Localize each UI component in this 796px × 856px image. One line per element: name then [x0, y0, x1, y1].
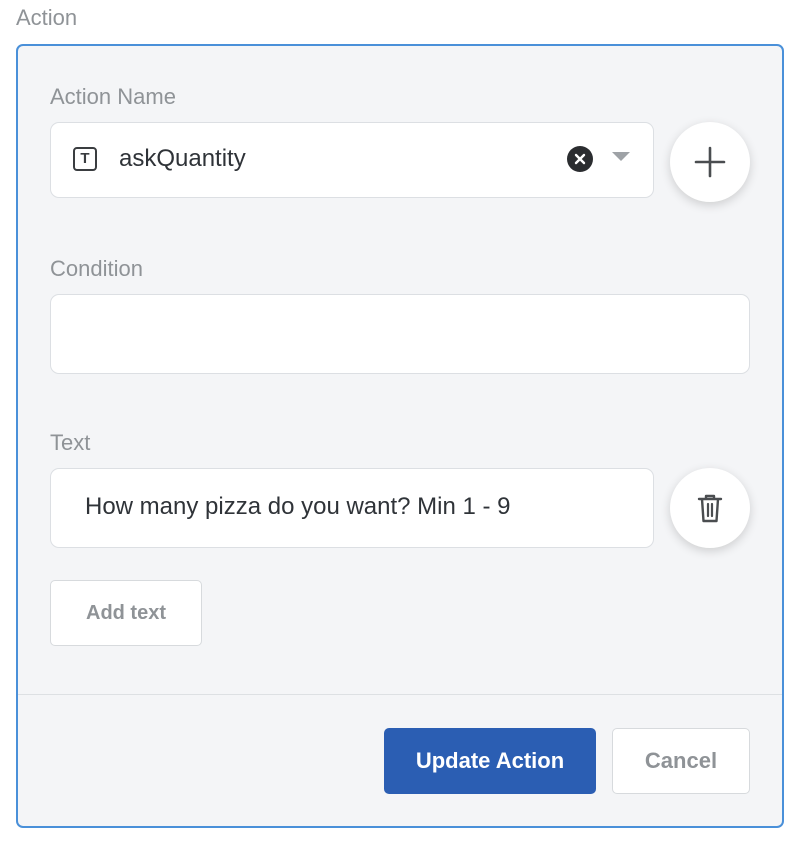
add-text-button[interactable]: Add text — [50, 580, 202, 646]
clear-icon[interactable] — [567, 146, 593, 172]
text-value: How many pizza do you want? Min 1 - 9 — [85, 493, 511, 520]
text-type-icon: T — [73, 147, 97, 171]
action-name-select[interactable]: T askQuantity — [50, 122, 654, 198]
action-editor-panel: Action Name T askQuantity Condition Text… — [16, 44, 784, 828]
footer-divider — [18, 694, 782, 695]
delete-text-button[interactable] — [670, 468, 750, 548]
action-name-value: askQuantity — [119, 145, 246, 172]
trash-icon — [697, 494, 723, 523]
text-label: Text — [50, 430, 91, 455]
condition-input[interactable] — [50, 294, 750, 374]
section-title: Action — [16, 5, 78, 30]
plus-icon — [694, 146, 726, 178]
cancel-button[interactable]: Cancel — [612, 728, 750, 794]
add-action-button[interactable] — [670, 122, 750, 202]
condition-label: Condition — [50, 256, 143, 281]
update-action-button[interactable]: Update Action — [384, 728, 596, 794]
text-input[interactable]: How many pizza do you want? Min 1 - 9 — [50, 468, 654, 548]
chevron-down-icon[interactable] — [612, 152, 630, 161]
action-name-label: Action Name — [50, 84, 176, 109]
